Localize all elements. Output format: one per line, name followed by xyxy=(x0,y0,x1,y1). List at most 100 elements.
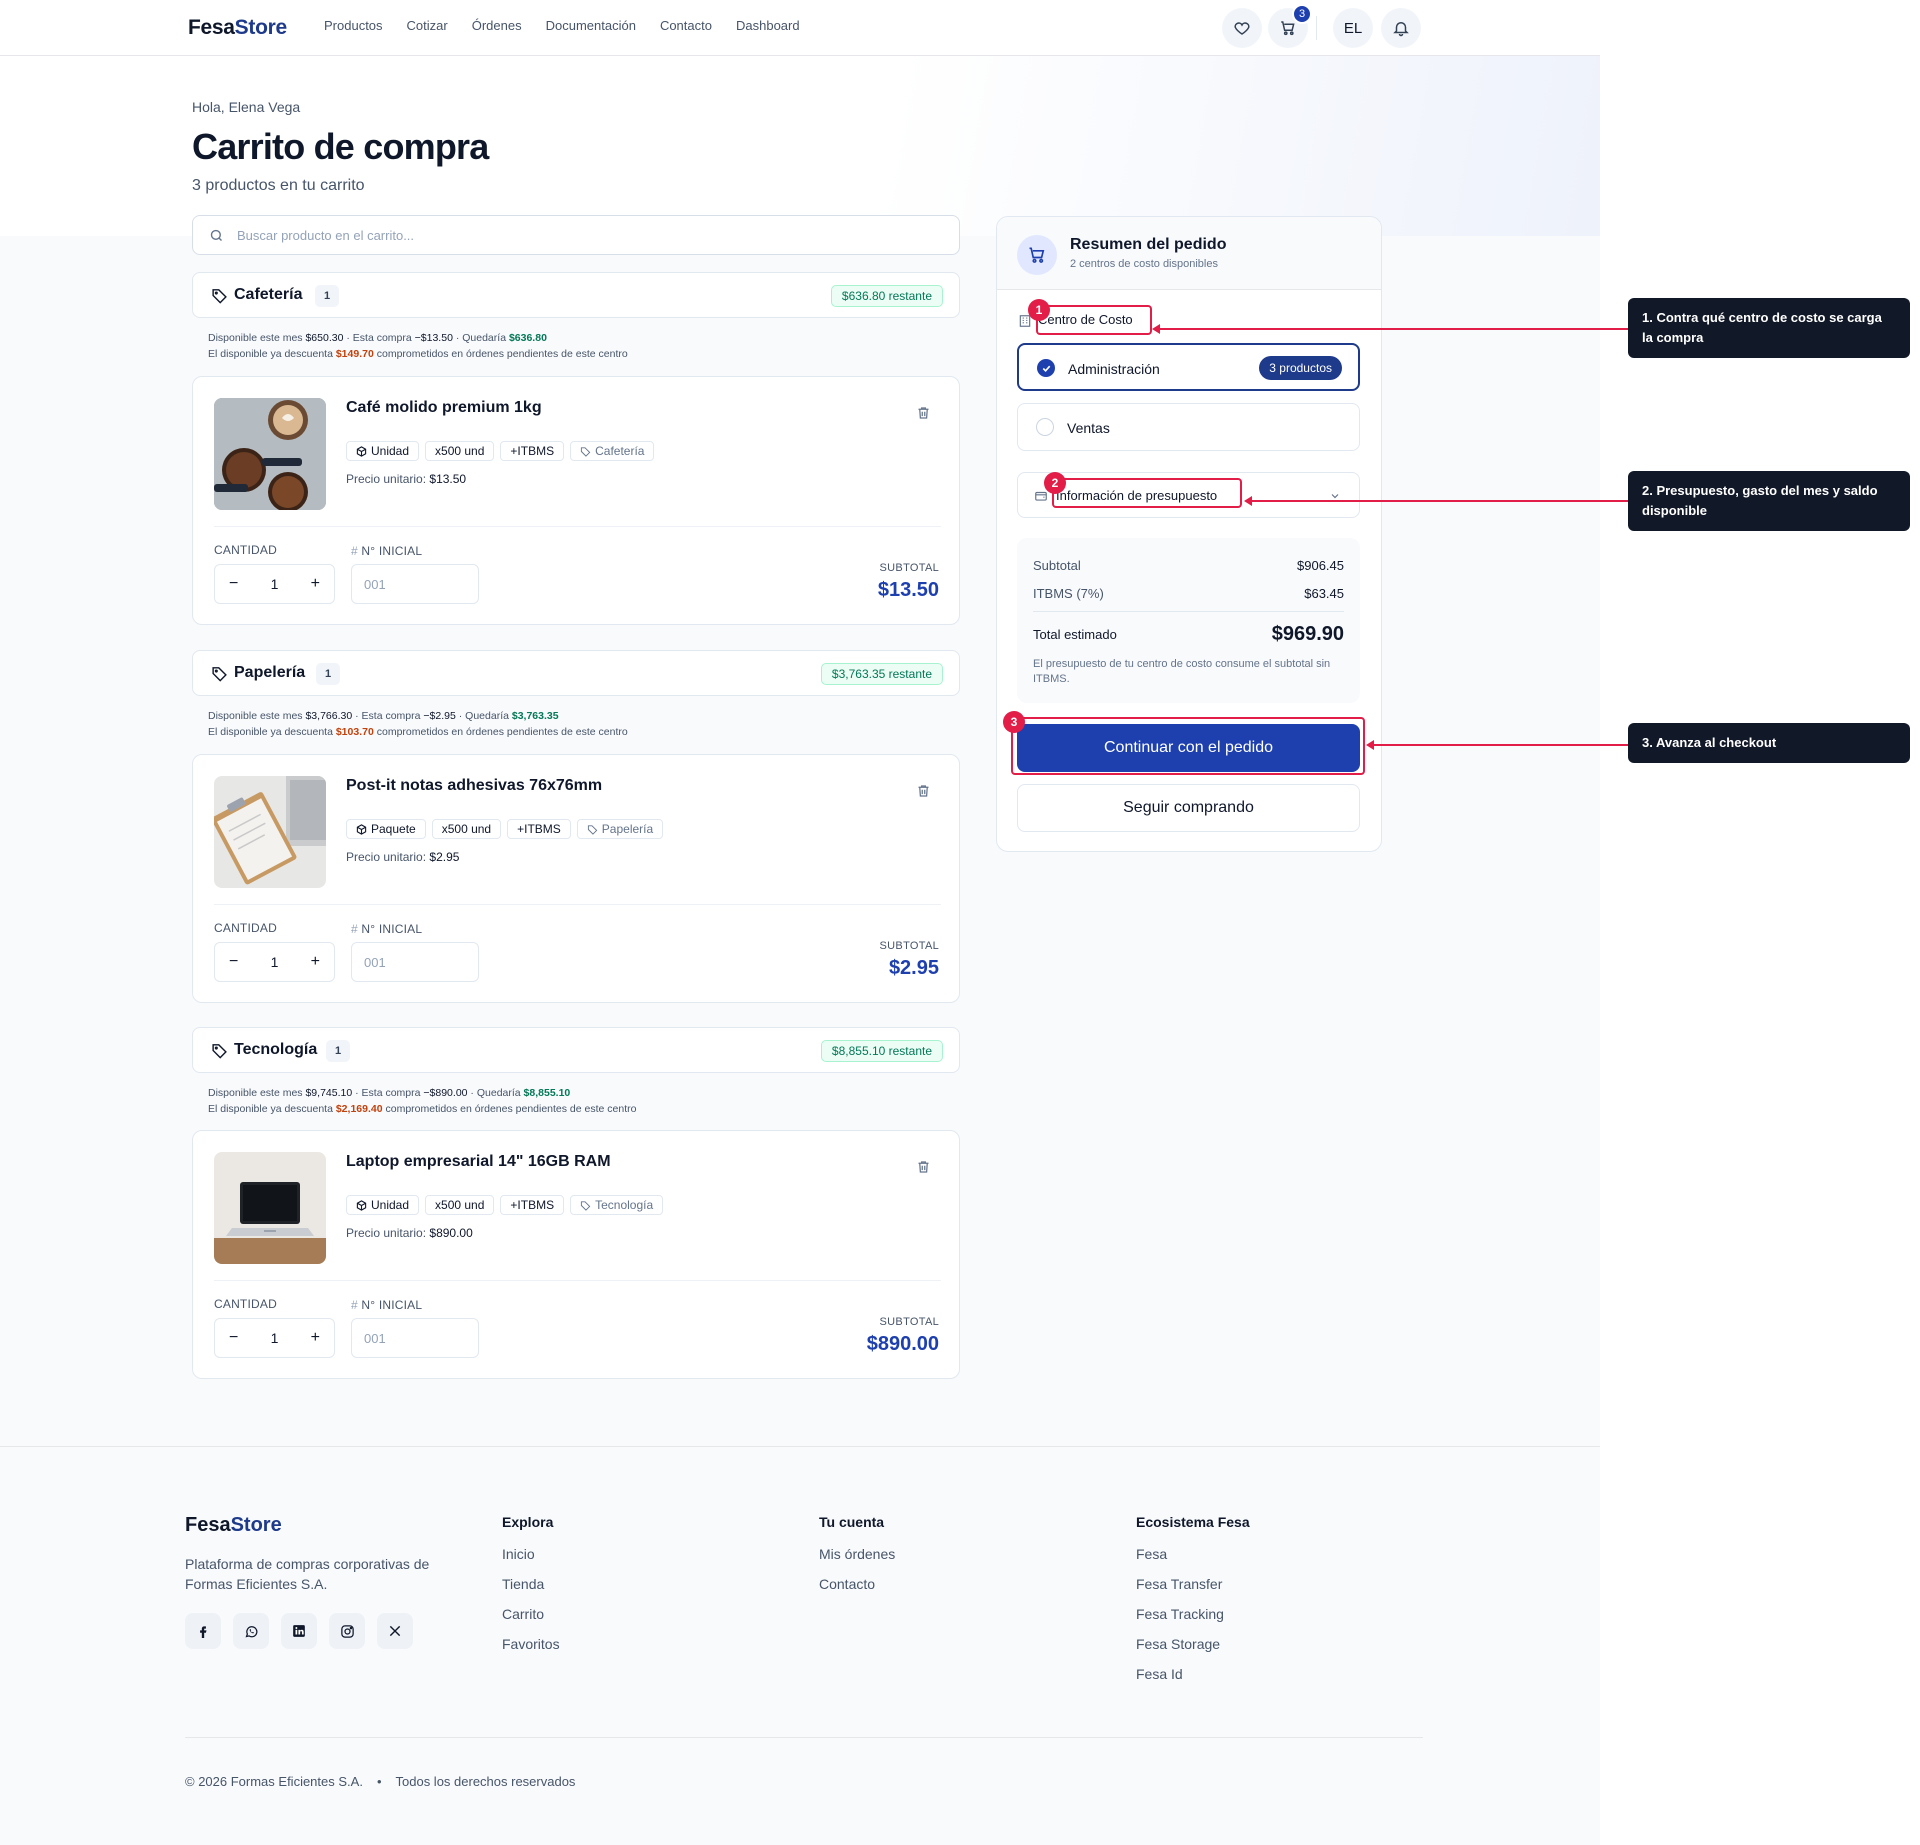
value-this-purchase: −$2.95 xyxy=(423,710,456,722)
unit-pill: Unidad xyxy=(346,441,420,461)
category-header-tecnologia[interactable]: Tecnología 1 $8,855.10 restante xyxy=(192,1027,960,1073)
product-name[interactable]: Laptop empresarial 14" 16GB RAM xyxy=(346,1153,611,1171)
footer-link-fesa-tracking[interactable]: Fesa Tracking xyxy=(1136,1606,1250,1624)
greeting: Hola, Elena Vega xyxy=(192,99,301,115)
footer-link-inicio[interactable]: Inicio xyxy=(502,1546,560,1564)
unit-price-value: $2.95 xyxy=(429,850,460,864)
increase-button[interactable]: + xyxy=(311,1329,320,1347)
trash-icon[interactable] xyxy=(916,1159,931,1175)
decrease-button[interactable]: − xyxy=(229,1329,238,1347)
cart-item: Laptop empresarial 14" 16GB RAM Unidad x… xyxy=(192,1130,960,1379)
divider xyxy=(1316,16,1317,40)
radio-checked[interactable] xyxy=(1037,359,1055,377)
cost-center-option-administracion[interactable]: Administración 3 productos xyxy=(1017,343,1360,391)
budget-info-accordion[interactable]: Información de presupuesto xyxy=(1017,472,1360,518)
footer-link-fesa[interactable]: Fesa xyxy=(1136,1546,1250,1564)
keep-shopping-button[interactable]: Seguir comprando xyxy=(1017,784,1360,832)
decrease-button[interactable]: − xyxy=(229,575,238,593)
annotation-tooltip-2: 2. Presupuesto, gasto del mes y saldo di… xyxy=(1628,471,1910,531)
product-name[interactable]: Café molido premium 1kg xyxy=(346,399,542,417)
unit-price: Precio unitario: $13.50 xyxy=(346,472,466,486)
footer-logo[interactable]: FesaStore xyxy=(185,1514,282,1537)
footer-link-tienda[interactable]: Tienda xyxy=(502,1576,560,1594)
search-icon xyxy=(210,229,222,241)
category-pill: Tecnología xyxy=(570,1195,664,1215)
product-attributes: Unidad x500 und +ITBMS Tecnología xyxy=(346,1195,664,1215)
continue-order-button[interactable]: Continuar con el pedido xyxy=(1017,724,1360,772)
tax-label: ITBMS (7%) xyxy=(1033,586,1104,601)
trash-icon[interactable] xyxy=(916,405,931,421)
initial-number-input[interactable] xyxy=(351,942,479,982)
initial-number-input[interactable] xyxy=(351,564,479,604)
category-budget-info: Disponible este mes $650.30 · Esta compr… xyxy=(208,332,628,360)
x-twitter-icon[interactable] xyxy=(377,1613,413,1649)
nav-documentacion[interactable]: Documentación xyxy=(546,18,636,33)
footer-link-fesa-id[interactable]: Fesa Id xyxy=(1136,1666,1250,1684)
product-image xyxy=(214,776,326,888)
increase-button[interactable]: + xyxy=(311,575,320,593)
nav-productos[interactable]: Productos xyxy=(324,18,383,33)
footer-link-contacto[interactable]: Contacto xyxy=(819,1576,895,1594)
cart-count-badge: 3 xyxy=(1292,4,1312,24)
value-committed: $149.70 xyxy=(335,348,374,360)
pack-pill: x500 und xyxy=(425,1195,495,1215)
category-count: 1 xyxy=(315,285,339,307)
quantity-value[interactable]: 1 xyxy=(271,576,279,592)
search-input[interactable] xyxy=(237,224,937,246)
favorites-button[interactable] xyxy=(1222,8,1262,48)
category-header-papeleria[interactable]: Papelería 1 $3,763.35 restante xyxy=(192,650,960,696)
trash-icon[interactable] xyxy=(916,783,931,799)
cart-item: Post-it notas adhesivas 76x76mm Paquete … xyxy=(192,754,960,1003)
increase-button[interactable]: + xyxy=(311,953,320,971)
page: FesaStore Productos Cotizar Órdenes Docu… xyxy=(0,0,1600,1845)
footer-link-mis-ordenes[interactable]: Mis órdenes xyxy=(819,1546,895,1564)
annotation-tooltip-1: 1. Contra qué centro de costo se carga l… xyxy=(1628,298,1910,358)
label-available: Disponible este mes xyxy=(208,710,303,722)
nav-dashboard[interactable]: Dashboard xyxy=(736,18,800,33)
footer-logo-text-a: Fesa xyxy=(185,1514,231,1536)
radio-unchecked[interactable] xyxy=(1036,418,1054,436)
linkedin-icon[interactable] xyxy=(281,1613,317,1649)
footer-link-favoritos[interactable]: Favoritos xyxy=(502,1636,560,1654)
logo[interactable]: FesaStore xyxy=(188,16,287,40)
avatar[interactable]: EL xyxy=(1333,8,1373,48)
totals-divider xyxy=(1033,611,1344,612)
quantity-value[interactable]: 1 xyxy=(271,954,279,970)
footer-link-fesa-storage[interactable]: Fesa Storage xyxy=(1136,1636,1250,1654)
tag-text: Papelería xyxy=(601,822,654,836)
instagram-icon[interactable] xyxy=(329,1613,365,1649)
subtotal-label: SUBTOTAL xyxy=(879,562,939,574)
annotation-number-3: 3 xyxy=(1003,711,1025,733)
cost-center-option-ventas[interactable]: Ventas xyxy=(1017,403,1360,451)
facebook-icon[interactable] xyxy=(185,1613,221,1649)
footer-link-fesa-transfer[interactable]: Fesa Transfer xyxy=(1136,1576,1250,1594)
nav-cotizar[interactable]: Cotizar xyxy=(407,18,448,33)
nav-ordenes[interactable]: Órdenes xyxy=(472,18,522,33)
cart-button[interactable]: 3 xyxy=(1268,4,1312,48)
value-would-remain: $636.80 xyxy=(508,332,547,344)
summary-header: Resumen del pedido 2 centros de costo di… xyxy=(997,217,1381,290)
card-divider xyxy=(214,526,941,527)
heart-icon xyxy=(1234,22,1250,35)
label-discount-prefix: El disponible ya descuenta xyxy=(208,1103,333,1115)
nav-contacto[interactable]: Contacto xyxy=(660,18,712,33)
decrease-button[interactable]: − xyxy=(229,953,238,971)
item-subtotal: $2.95 xyxy=(888,957,939,979)
category-remaining-badge: $636.80 restante xyxy=(830,285,943,307)
value-available: $3,766.30 xyxy=(305,710,353,722)
annotation-arrowhead-3 xyxy=(1366,740,1374,750)
budget-note: El presupuesto de tu centro de costo con… xyxy=(1033,658,1331,685)
footer-link-carrito[interactable]: Carrito xyxy=(502,1606,560,1624)
whatsapp-icon[interactable] xyxy=(233,1613,269,1649)
product-name[interactable]: Post-it notas adhesivas 76x76mm xyxy=(346,777,602,795)
label-discount-suffix: comprometidos en órdenes pendientes de e… xyxy=(376,726,628,738)
page-title: Carrito de compra xyxy=(192,126,489,167)
notifications-button[interactable] xyxy=(1381,8,1421,48)
category-header-cafeteria[interactable]: Cafetería 1 $636.80 restante xyxy=(192,272,960,318)
unit-text: Paquete xyxy=(371,822,416,836)
tag-icon xyxy=(212,1044,227,1059)
subtotal-label: SUBTOTAL xyxy=(879,940,939,952)
footer-column-ecosistema: Ecosistema Fesa Fesa Fesa Transfer Fesa … xyxy=(1136,1514,1250,1696)
initial-number-input[interactable] xyxy=(351,1318,479,1358)
quantity-value[interactable]: 1 xyxy=(271,1330,279,1346)
